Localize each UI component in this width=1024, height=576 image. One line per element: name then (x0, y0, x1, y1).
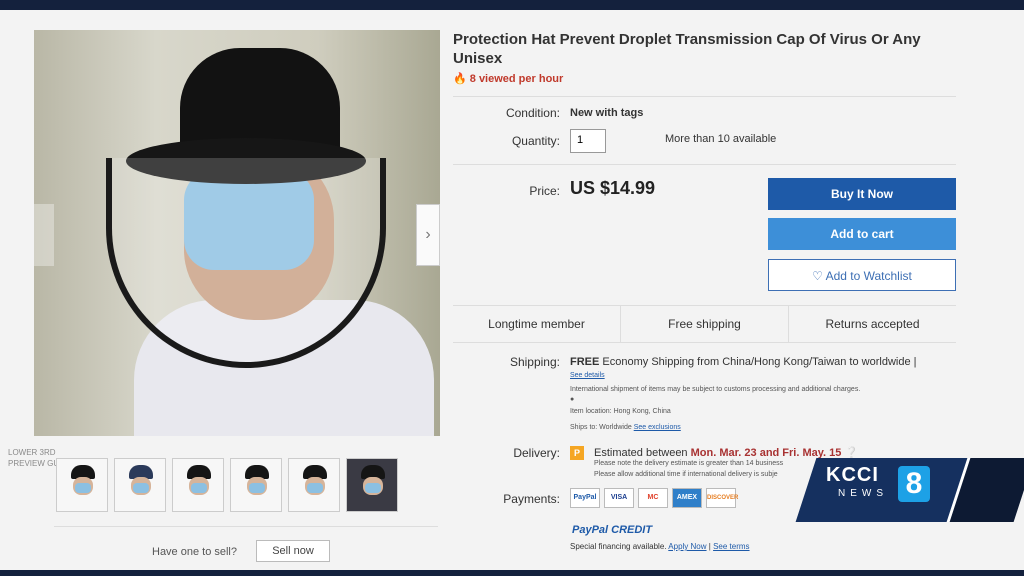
apply-now-link[interactable]: Apply Now (668, 542, 706, 551)
shipping-note: International shipment of items may be s… (570, 386, 861, 393)
discover-icon: DISCOVER (706, 488, 738, 508)
add-to-cart-button[interactable]: Add to cart (768, 218, 956, 250)
seller-badges: Longtime member Free shipping Returns ac… (453, 305, 956, 343)
chevron-right-icon: › (425, 226, 431, 243)
shipping-text: FREE Economy Shipping from China/Hong Ko… (570, 356, 917, 368)
viewed-text: 8 viewed per hour (469, 73, 564, 85)
listing-title: Protection Hat Prevent Droplet Transmiss… (453, 31, 921, 67)
payments-label: Payments: (503, 492, 560, 506)
price-value: US $14.99 (570, 178, 656, 198)
flame-icon: 🔥 (453, 73, 467, 85)
thumbnail-strip (56, 458, 398, 512)
special-financing-text: Special financing available. (570, 542, 667, 551)
channel-8-logo: 8 (898, 466, 930, 502)
divider (54, 526, 438, 527)
buy-it-now-button[interactable]: Buy It Now (768, 178, 956, 210)
paypal-icon: PayPal (570, 488, 600, 508)
have-one-to-sell-text: Have one to sell? (152, 546, 237, 558)
viewed-per-hour: 🔥 8 viewed per hour (453, 72, 563, 85)
badge-free-shipping: Free shipping (620, 306, 788, 342)
mastercard-icon: MC (638, 488, 668, 508)
bottom-broadcast-bar (0, 570, 1024, 576)
price-label: Price: (529, 184, 560, 198)
thumbnail[interactable] (288, 458, 340, 512)
thumbnail[interactable] (172, 458, 224, 512)
top-broadcast-bar (0, 0, 1024, 10)
kcci-logo-text: KCCI (826, 464, 879, 486)
badge-returns-accepted: Returns accepted (788, 306, 956, 342)
badge-longtime-member: Longtime member (488, 317, 585, 331)
kcci-logo-news: NEWS (838, 488, 888, 499)
delivery-label: Delivery: (513, 446, 560, 460)
visa-icon: VISA (604, 488, 634, 508)
special-financing: Special financing available. Apply Now |… (570, 542, 750, 551)
quantity-label: Quantity: (511, 134, 560, 148)
see-exclusions-link[interactable]: See exclusions (634, 424, 681, 431)
item-location: Item location: Hong Kong, China (570, 408, 671, 415)
thumbnail[interactable] (114, 458, 166, 512)
amex-icon: AMEX (672, 488, 702, 508)
see-details-link[interactable]: See details (570, 372, 605, 379)
condition-value: New with tags (570, 107, 644, 119)
add-to-watchlist-button[interactable]: ♡ Add to Watchlist (768, 259, 956, 291)
thumbnail[interactable] (56, 458, 108, 512)
ships-to-text: Ships to: Worldwide (570, 424, 632, 431)
quantity-available: More than 10 available (665, 133, 777, 145)
delivery-note: Please note the delivery estimate is gre… (594, 460, 784, 467)
prev-image-button[interactable] (34, 204, 54, 266)
watchlist-label: Add to Watchlist (825, 269, 912, 283)
divider (453, 164, 956, 165)
condition-label: Condition: (505, 106, 560, 120)
sell-now-button[interactable]: Sell now (256, 540, 330, 562)
shipping-free: FREE (570, 356, 600, 368)
see-terms-link[interactable]: See terms (713, 542, 749, 551)
next-image-button[interactable]: › (416, 204, 440, 266)
lower-third-line: LOWER 3RD (8, 448, 56, 457)
priority-icon: P (570, 446, 584, 460)
ships-to: Ships to: Worldwide See exclusions (570, 424, 681, 431)
delivery-text: Estimated between (594, 447, 688, 459)
info-icon[interactable]: ● (570, 396, 574, 403)
quantity-input[interactable]: 1 (570, 129, 606, 153)
thumbnail[interactable] (346, 458, 398, 512)
divider (453, 96, 956, 97)
thumbnail[interactable] (230, 458, 282, 512)
main-product-image[interactable] (34, 30, 440, 436)
heart-icon: ♡ (812, 269, 823, 283)
shipping-description: Economy Shipping from China/Hong Kong/Ta… (602, 356, 917, 368)
delivery-note: Please allow additional time if internat… (594, 471, 778, 478)
shipping-label: Shipping: (509, 355, 560, 369)
paypal-credit-logo: PayPal CREDIT (572, 524, 653, 536)
